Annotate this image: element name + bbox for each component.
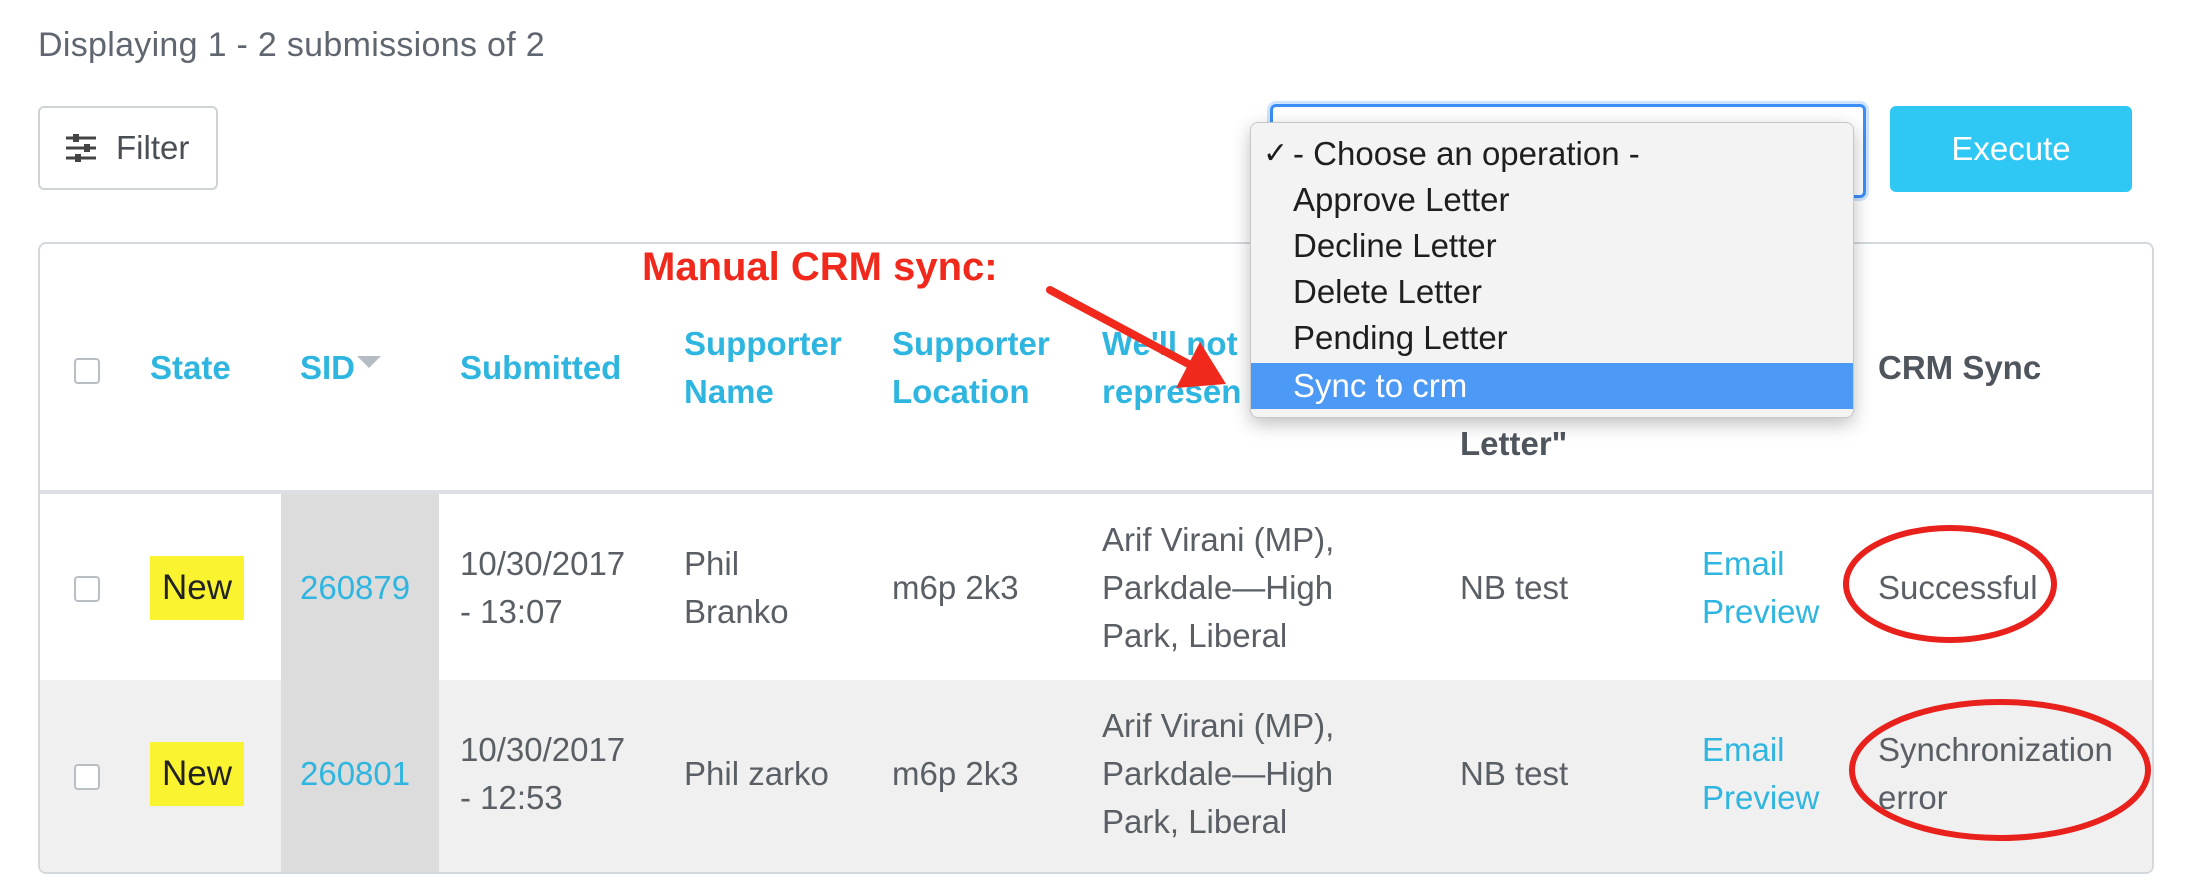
operation-option-choose[interactable]: ✓ - Choose an operation -: [1251, 131, 1853, 177]
sid-link[interactable]: 260879: [300, 564, 410, 612]
header-submitted[interactable]: Submitted: [460, 344, 621, 392]
representative-line: Park, Liberal: [1102, 617, 1288, 654]
submitted-cell: 10/30/2017 - 12:53: [460, 726, 625, 822]
email-preview-line1: Email: [1702, 545, 1785, 582]
supporter-last-name: Branko: [684, 593, 789, 630]
sid-column-highlight: [281, 494, 439, 872]
header-sid[interactable]: SID: [300, 344, 382, 392]
state-badge: New: [150, 742, 245, 806]
sid-link[interactable]: 260801: [300, 750, 410, 798]
row-checkbox[interactable]: [74, 764, 100, 790]
operation-option-pending[interactable]: Pending Letter: [1251, 315, 1853, 361]
crm-sync-status-line: error: [1878, 779, 1948, 816]
header-state[interactable]: State: [150, 344, 231, 392]
row-checkbox[interactable]: [74, 576, 100, 602]
header-supporter-location[interactable]: Supporter Location: [892, 320, 1050, 416]
representative-line: Arif Virani (MP),: [1102, 521, 1335, 558]
representative-line: Arif Virani (MP),: [1102, 707, 1335, 744]
state-badge: New: [150, 556, 245, 620]
operation-option-sync-crm[interactable]: Sync to crm: [1251, 363, 1853, 409]
filter-label: Filter: [116, 129, 190, 166]
header-supporter-name-line2: Name: [684, 373, 774, 410]
header-supporter-location-line1: Supporter: [892, 325, 1050, 362]
header-representative[interactable]: We'll not represen: [1102, 320, 1241, 416]
operation-option-decline[interactable]: Decline Letter: [1251, 223, 1853, 269]
supporter-location-cell: m6p 2k3: [892, 569, 1019, 606]
supporter-name-cell: Phil zarko: [684, 750, 829, 798]
header-supporter-name-line1: Supporter: [684, 325, 842, 362]
supporter-name-cell: Phil Branko: [684, 540, 789, 636]
representative-cell: Arif Virani (MP), Parkdale—High Park, Li…: [1102, 702, 1334, 846]
operation-option-approve[interactable]: Approve Letter: [1251, 177, 1853, 223]
email-preview-line2: Preview: [1702, 779, 1820, 816]
letter-cell: NB test: [1460, 569, 1569, 606]
sort-desc-icon: [357, 356, 382, 368]
submitted-date: 10/30/2017: [460, 545, 626, 582]
representative-line: Park, Liberal: [1102, 803, 1288, 840]
representative-line: Parkdale—High: [1102, 569, 1334, 606]
crm-sync-status: Successful: [1878, 564, 2038, 612]
representative-cell: Arif Virani (MP), Parkdale—High Park, Li…: [1102, 516, 1334, 660]
select-all-checkbox[interactable]: [74, 358, 100, 384]
submission-summary: Displaying 1 - 2 submissions of 2: [38, 26, 545, 64]
crm-sync-status-line: Synchronization: [1878, 731, 2113, 768]
checkmark-icon: ✓: [1263, 137, 1289, 170]
operation-option-label: - Choose an operation -: [1293, 135, 1640, 172]
filter-button[interactable]: Filter: [38, 106, 218, 190]
sliders-icon: [66, 134, 96, 162]
header-sid-label: SID: [300, 349, 356, 386]
header-supporter-name[interactable]: Supporter Name: [684, 320, 842, 416]
representative-line: Parkdale—High: [1102, 755, 1334, 792]
header-representative-line1: We'll not: [1102, 325, 1238, 362]
crm-sync-status-line: Successful: [1878, 569, 2038, 606]
submitted-cell: 10/30/2017 - 13:07: [460, 540, 625, 636]
header-crm-sync: CRM Sync: [1878, 349, 2042, 386]
letter-cell: NB test: [1460, 755, 1569, 792]
submitted-date: 10/30/2017: [460, 731, 626, 768]
operation-dropdown-menu: ✓ - Choose an operation - Approve Letter…: [1250, 122, 1854, 418]
execute-button[interactable]: Execute: [1890, 106, 2132, 192]
email-preview-link[interactable]: Email Preview: [1702, 726, 1819, 822]
header-supporter-location-line2: Location: [892, 373, 1030, 410]
supporter-first-name: Phil: [684, 545, 740, 582]
supporter-location-cell: m6p 2k3: [892, 755, 1019, 792]
annotation-label: Manual CRM sync:: [642, 245, 998, 289]
header-representative-line2: represen: [1102, 373, 1242, 410]
submitted-time: - 13:07: [460, 593, 563, 630]
supporter-full-name: Phil zarko: [684, 755, 829, 792]
email-preview-line1: Email: [1702, 731, 1785, 768]
crm-sync-status: Synchronization error: [1878, 726, 2113, 822]
submitted-time: - 12:53: [460, 779, 563, 816]
header-letter: Letter": [1460, 425, 1568, 462]
operation-option-delete[interactable]: Delete Letter: [1251, 269, 1853, 315]
email-preview-link[interactable]: Email Preview: [1702, 540, 1819, 636]
email-preview-line2: Preview: [1702, 593, 1820, 630]
